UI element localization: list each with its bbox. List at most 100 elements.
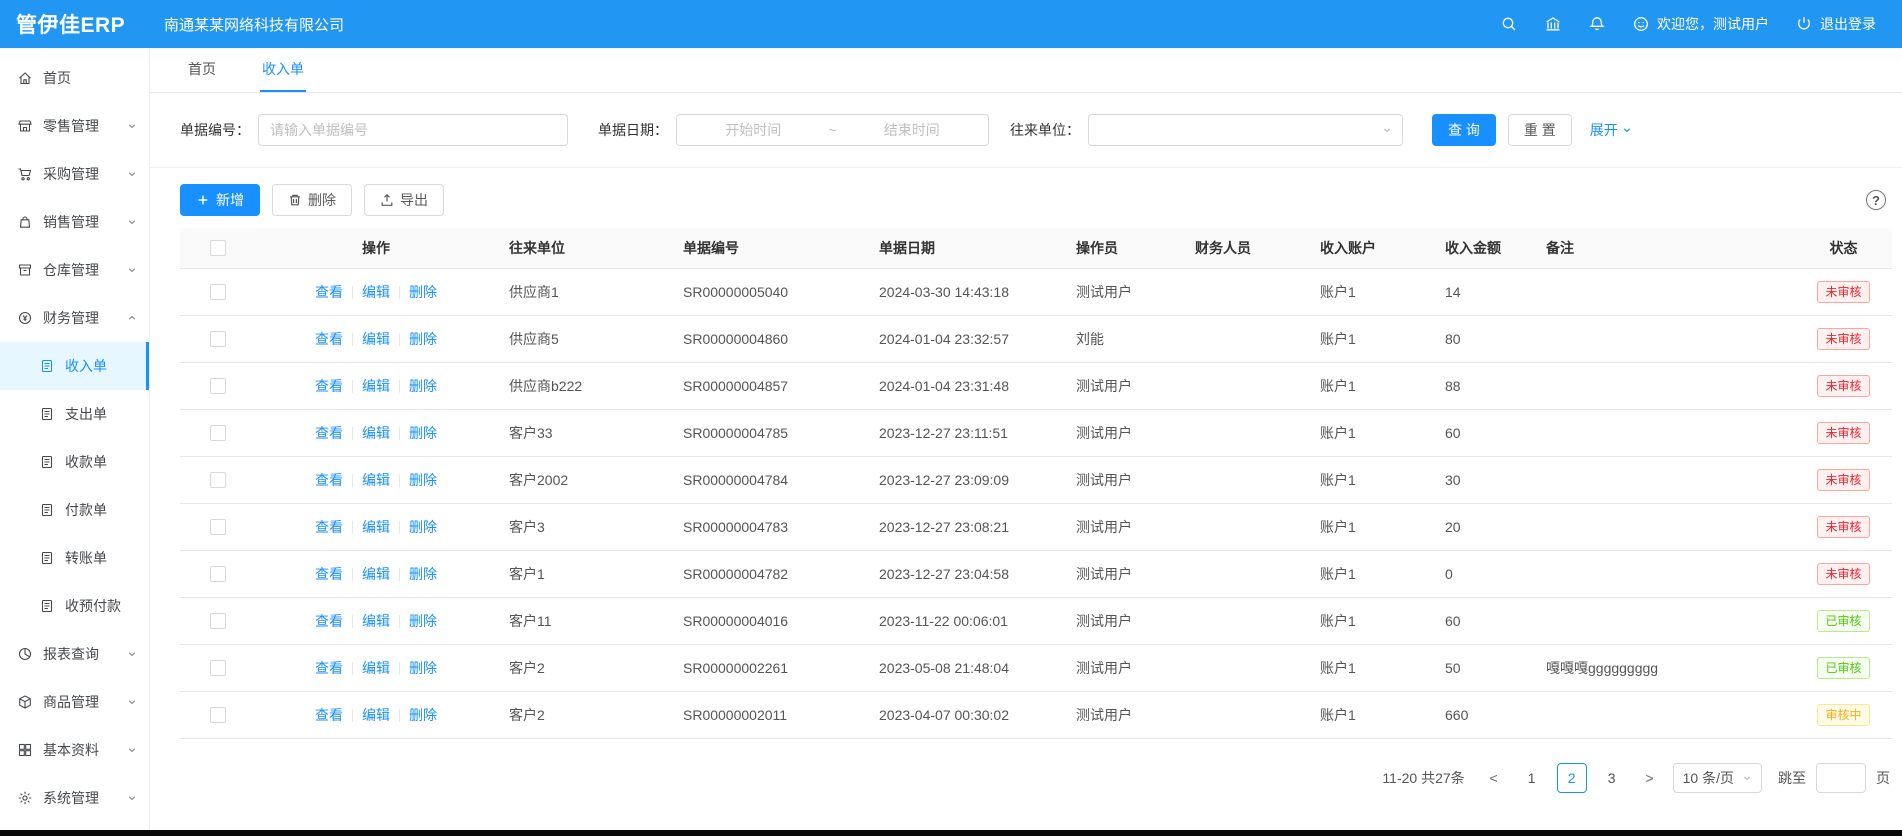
sidebar-item-system[interactable]: 系统管理 <box>0 774 149 822</box>
view-link[interactable]: 查看 <box>315 660 343 676</box>
action-divider <box>399 286 400 299</box>
edit-link[interactable]: 编辑 <box>362 566 390 582</box>
delete-link[interactable]: 删除 <box>409 472 437 488</box>
edit-link[interactable]: 编辑 <box>362 613 390 629</box>
row-checkbox[interactable] <box>210 519 226 535</box>
action-divider <box>399 662 400 675</box>
sidebar-item-goods[interactable]: 商品管理 <box>0 678 149 726</box>
edit-link[interactable]: 编辑 <box>362 472 390 488</box>
row-checkbox[interactable] <box>210 566 226 582</box>
row-checkbox[interactable] <box>210 707 226 723</box>
jump-page-input[interactable] <box>1816 763 1866 793</box>
export-button[interactable]: 导出 <box>364 184 444 216</box>
reset-button[interactable]: 重 置 <box>1508 114 1572 146</box>
sidebar-item-receipt-bill[interactable]: 收款单 <box>0 438 149 486</box>
add-button[interactable]: 新增 <box>180 184 260 216</box>
sidebar-item-sales[interactable]: 销售管理 <box>0 198 149 246</box>
logout-icon <box>1795 15 1813 33</box>
search-icon[interactable] <box>1500 15 1518 33</box>
delete-link[interactable]: 删除 <box>409 613 437 629</box>
delete-link[interactable]: 删除 <box>409 566 437 582</box>
sidebar-item-transfer-bill[interactable]: 转账单 <box>0 534 149 582</box>
sidebar-item-income-bill[interactable]: 收入单 <box>0 342 149 390</box>
table-row: 查看编辑删除 客户1 SR00000004782 2023-12-27 23:0… <box>180 550 1892 597</box>
sidebar-item-advance-payment[interactable]: 收预付款 <box>0 582 149 630</box>
view-link[interactable]: 查看 <box>315 284 343 300</box>
remark-cell <box>1534 409 1795 456</box>
edit-link[interactable]: 编辑 <box>362 425 390 441</box>
row-checkbox[interactable] <box>210 613 226 629</box>
sidebar-item-retail[interactable]: 零售管理 <box>0 102 149 150</box>
bill-no-cell: SR00000004783 <box>671 503 867 550</box>
expand-link[interactable]: 展开 <box>1590 120 1632 140</box>
row-checkbox[interactable] <box>210 378 226 394</box>
delete-link[interactable]: 删除 <box>409 284 437 300</box>
tab-income-bill[interactable]: 收入单 <box>260 48 306 92</box>
sidebar-item-basic-data[interactable]: 基本资料 <box>0 726 149 774</box>
tab-home[interactable]: 首页 <box>186 48 218 92</box>
date-range-picker[interactable]: 开始时间 ~ 结束时间 <box>676 114 989 146</box>
view-link[interactable]: 查看 <box>315 519 343 535</box>
view-link[interactable]: 查看 <box>315 331 343 347</box>
delete-link[interactable]: 删除 <box>409 425 437 441</box>
view-link[interactable]: 查看 <box>315 566 343 582</box>
sidebar-item-warehouse[interactable]: 仓库管理 <box>0 246 149 294</box>
delete-button[interactable]: 删除 <box>272 184 352 216</box>
bell-icon[interactable] <box>1588 15 1606 33</box>
view-link[interactable]: 查看 <box>315 613 343 629</box>
sidebar-item-label: 仓库管理 <box>43 260 99 280</box>
sidebar-item-purchase[interactable]: 采购管理 <box>0 150 149 198</box>
app-logo[interactable]: 管伊佳ERP <box>0 9 150 39</box>
edit-link[interactable]: 编辑 <box>362 707 390 723</box>
partner-cell: 客户33 <box>497 409 671 456</box>
sidebar-item-home[interactable]: 首页 <box>0 54 149 102</box>
bill-no-input[interactable] <box>258 114 568 146</box>
sidebar-item-payment-bill[interactable]: 付款单 <box>0 486 149 534</box>
delete-link[interactable]: 删除 <box>409 519 437 535</box>
sidebar-item-reports[interactable]: 报表查询 <box>0 630 149 678</box>
delete-link[interactable]: 删除 <box>409 660 437 676</box>
delete-link[interactable]: 删除 <box>409 707 437 723</box>
row-checkbox[interactable] <box>210 331 226 347</box>
user-welcome[interactable]: 欢迎您，测试用户 <box>1632 14 1769 34</box>
export-button-label: 导出 <box>400 190 428 210</box>
sidebar-item-finance[interactable]: 财务管理 <box>0 294 149 342</box>
search-button[interactable]: 查 询 <box>1432 114 1496 146</box>
view-link[interactable]: 查看 <box>315 707 343 723</box>
logout-button[interactable]: 退出登录 <box>1795 14 1876 34</box>
edit-link[interactable]: 编辑 <box>362 331 390 347</box>
operator-cell: 测试用户 <box>1064 268 1183 315</box>
delete-link[interactable]: 删除 <box>409 378 437 394</box>
bill-date-cell: 2023-12-27 23:11:51 <box>867 409 1064 456</box>
smile-icon <box>1632 15 1650 33</box>
prev-page-button[interactable]: < <box>1481 763 1507 793</box>
row-checkbox[interactable] <box>210 425 226 441</box>
remark-cell <box>1534 362 1795 409</box>
finance-staff-cell <box>1183 315 1308 362</box>
next-page-button[interactable]: > <box>1637 763 1663 793</box>
page-size-select[interactable]: 10 条/页 <box>1673 763 1762 793</box>
view-link[interactable]: 查看 <box>315 378 343 394</box>
row-checkbox[interactable] <box>210 284 226 300</box>
building-icon[interactable] <box>1544 15 1562 33</box>
sidebar-item-expense-bill[interactable]: 支出单 <box>0 390 149 438</box>
page-1-button[interactable]: 1 <box>1517 763 1547 793</box>
help-icon[interactable]: ? <box>1866 190 1886 210</box>
edit-link[interactable]: 编辑 <box>362 378 390 394</box>
view-link[interactable]: 查看 <box>315 472 343 488</box>
page-2-button[interactable]: 2 <box>1557 763 1587 793</box>
row-checkbox[interactable] <box>210 472 226 488</box>
finance-staff-cell <box>1183 691 1308 738</box>
edit-link[interactable]: 编辑 <box>362 284 390 300</box>
edit-link[interactable]: 编辑 <box>362 519 390 535</box>
doc-icon <box>39 502 55 518</box>
page-3-button[interactable]: 3 <box>1597 763 1627 793</box>
delete-link[interactable]: 删除 <box>409 331 437 347</box>
row-checkbox[interactable] <box>210 660 226 676</box>
edit-link[interactable]: 编辑 <box>362 660 390 676</box>
partner-select[interactable] <box>1088 114 1403 146</box>
chevron-up-icon <box>127 313 137 323</box>
view-link[interactable]: 查看 <box>315 425 343 441</box>
doc-icon <box>39 406 55 422</box>
select-all-checkbox[interactable] <box>210 240 226 256</box>
